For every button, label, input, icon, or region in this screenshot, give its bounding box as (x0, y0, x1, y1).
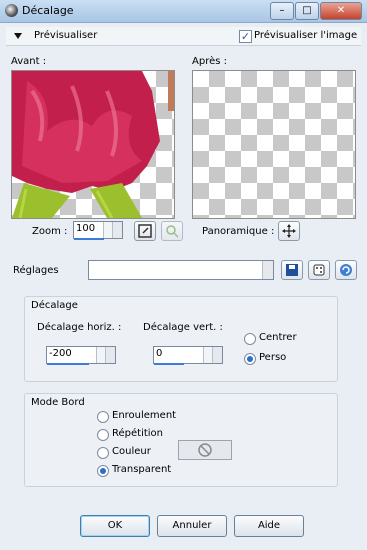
edge-mode-title: Mode Bord (31, 397, 85, 408)
maximize-button[interactable]: □ (295, 2, 319, 20)
vertical-offset-value: 0 (156, 348, 163, 359)
zoom-stepper[interactable]: 100 (73, 221, 123, 239)
before-label: Avant : (11, 56, 47, 67)
radio-perso-label: Perso (259, 352, 287, 363)
presets-label: Réglages (13, 265, 59, 276)
presets-dropdown[interactable] (88, 260, 274, 280)
horizontal-dropdown-icon[interactable] (105, 347, 115, 363)
checkmark-icon: ✓ (240, 30, 251, 43)
minimize-button[interactable]: – (270, 2, 294, 20)
before-preview-image (12, 71, 174, 218)
pan-label: Panoramique : (202, 226, 275, 237)
move-arrows-icon (282, 224, 296, 238)
after-preview[interactable] (192, 70, 356, 219)
radio-transparent[interactable] (97, 465, 109, 477)
save-preset-button[interactable] (281, 260, 303, 280)
horizontal-offset-value: -200 (49, 348, 72, 359)
cancel-button[interactable]: Annuler (157, 515, 227, 537)
vertical-offset-stepper[interactable]: 0 (153, 346, 223, 364)
color-swatch[interactable] (178, 440, 232, 460)
before-preview[interactable] (11, 70, 175, 219)
preview-toggle-label: Prévisualiser (34, 30, 98, 41)
fit-window-icon (138, 224, 152, 238)
zoom-dropdown-icon[interactable] (112, 222, 122, 238)
radio-couleur-label: Couleur (112, 446, 151, 457)
magnifier-icon (166, 225, 179, 238)
no-color-icon (198, 443, 212, 457)
save-icon (286, 264, 298, 276)
window-title: Décalage (22, 4, 74, 17)
radio-enroulement-label: Enroulement (112, 410, 177, 421)
zoom-fit-button[interactable] (134, 221, 156, 241)
horizontal-offset-stepper[interactable]: -200 (46, 346, 116, 364)
horizontal-offset-slider[interactable] (47, 363, 89, 365)
presets-dropdown-arrow-icon[interactable] (262, 261, 273, 279)
reset-preset-button[interactable] (335, 260, 357, 280)
radio-transparent-label: Transparent (112, 464, 172, 475)
vertical-offset-slider[interactable] (154, 363, 184, 365)
zoom-tool-button[interactable] (161, 221, 183, 241)
random-preset-button[interactable] (308, 260, 330, 280)
radio-centrer[interactable] (244, 333, 256, 345)
zoom-value: 100 (76, 223, 96, 234)
horizontal-offset-label: Décalage horiz. : (37, 322, 122, 333)
help-button[interactable]: Aide (234, 515, 304, 537)
radio-repetition-label: Répétition (112, 428, 164, 439)
vertical-offset-label: Décalage vert. : (143, 322, 223, 333)
pan-button[interactable] (278, 221, 300, 241)
radio-perso[interactable] (244, 353, 256, 365)
vertical-dropdown-icon[interactable] (212, 347, 222, 363)
radio-enroulement[interactable] (97, 411, 109, 423)
after-label: Après : (192, 56, 227, 67)
preview-image-label: Prévisualiser l'image (254, 30, 358, 41)
collapse-arrow-icon[interactable] (14, 33, 22, 39)
zoom-label: Zoom : (32, 226, 68, 237)
radio-repetition[interactable] (97, 429, 109, 441)
dice-icon (313, 264, 325, 276)
reset-icon (340, 264, 352, 276)
close-button[interactable]: ✕ (320, 2, 362, 20)
preview-image-checkbox[interactable]: ✓ (239, 30, 252, 43)
ok-button[interactable]: OK (80, 515, 150, 537)
radio-centrer-label: Centrer (259, 332, 297, 343)
app-icon (5, 4, 18, 17)
zoom-slider-track[interactable] (74, 238, 104, 240)
offset-group-title: Décalage (31, 300, 78, 311)
radio-couleur[interactable] (97, 447, 109, 459)
